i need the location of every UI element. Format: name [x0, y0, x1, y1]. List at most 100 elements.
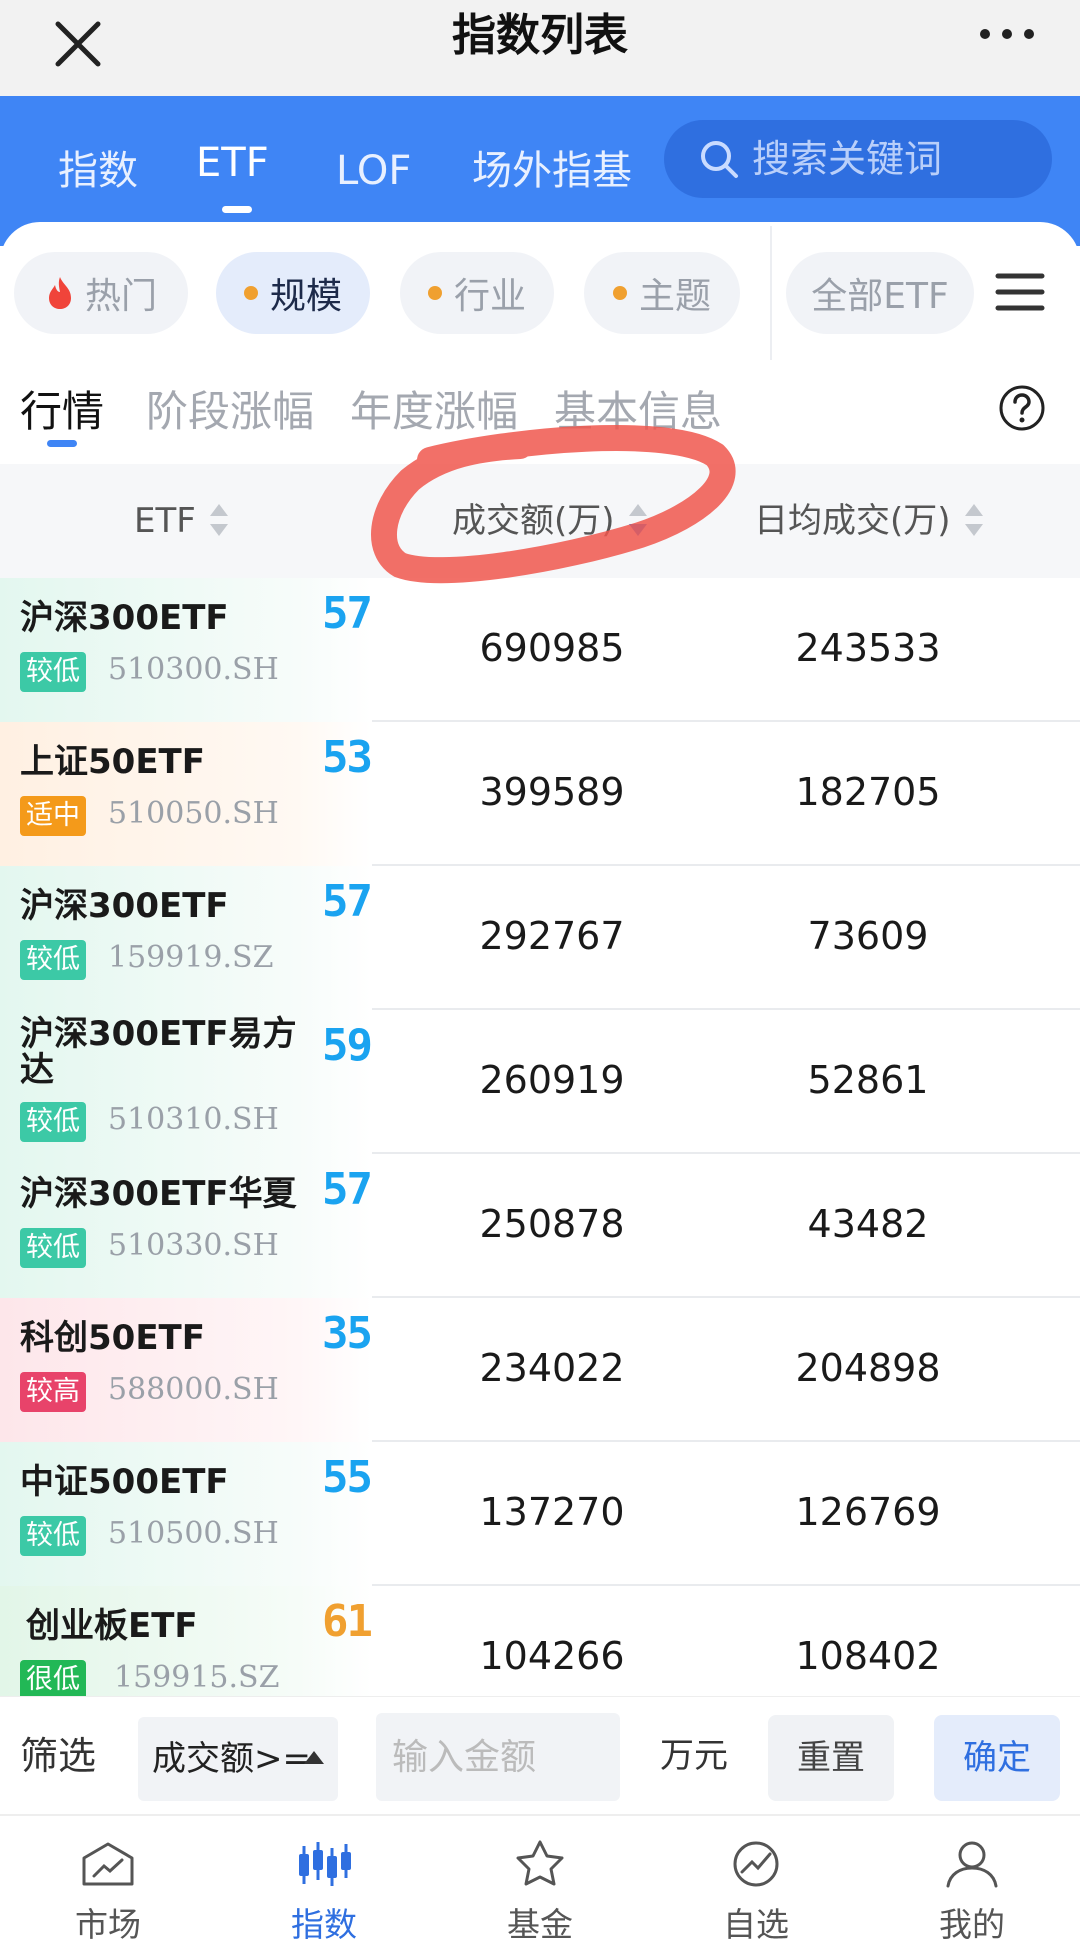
- chip-divider: [770, 226, 772, 360]
- etf-name: 沪深300ETF: [20, 598, 229, 638]
- page-title: 指数列表: [452, 10, 628, 61]
- valuation-badge: 较低: [20, 940, 86, 980]
- etf-name: 沪深300ETF华夏: [20, 1174, 297, 1214]
- turnover-value: 292767: [479, 914, 625, 958]
- valuation-score: 53: [322, 732, 373, 783]
- chip-all-etf[interactable]: 全部ETF: [786, 252, 974, 334]
- nav-label: 市场: [75, 1905, 141, 1944]
- filter-bar: 筛选 成交额>= 万元 重置 确定: [0, 1696, 1080, 1814]
- nav-label: 我的: [939, 1905, 1005, 1944]
- chip-label: 热门: [84, 276, 157, 317]
- valuation-badge: 较低: [20, 1102, 86, 1142]
- turnover-value: 234022: [479, 1346, 625, 1390]
- column-label: ETF: [134, 501, 196, 541]
- avg-turnover-value: 43482: [807, 1202, 929, 1246]
- nav-profile[interactable]: 我的: [864, 1816, 1080, 1944]
- etf-name: 沪深300ETF: [20, 886, 229, 926]
- tab-offsite-index-fund[interactable]: 场外指基: [472, 136, 632, 216]
- filter-condition-value: 成交额>=: [152, 1739, 311, 1779]
- table-row[interactable]: 沪深300ETF易方达 较低 510310.SH 59 260919 52861: [0, 1010, 1080, 1154]
- search-placeholder: 搜索关键词: [752, 137, 943, 181]
- search-icon: [701, 141, 738, 178]
- avg-turnover-value: 182705: [795, 770, 941, 814]
- active-tab-indicator: [222, 206, 252, 213]
- valuation-score: 57: [322, 876, 373, 927]
- valuation-badge: 较低: [20, 1516, 86, 1556]
- subtab-period-change[interactable]: 阶段涨幅: [146, 378, 314, 439]
- fund-star-icon: [516, 1840, 564, 1886]
- reset-button[interactable]: 重置: [768, 1715, 894, 1801]
- valuation-score: 35: [322, 1308, 373, 1359]
- sort-desc-icon: [628, 503, 647, 536]
- subtab-basic-info[interactable]: 基本信息: [554, 378, 722, 439]
- avg-turnover-value: 52861: [807, 1058, 929, 1102]
- table-row[interactable]: 科创50ETF 较高 588000.SH 35 234022 204898: [0, 1298, 1080, 1442]
- etf-code: 588000.SH: [108, 1372, 279, 1407]
- avg-turnover-value: 243533: [795, 626, 941, 670]
- unit-label: 万元: [660, 1736, 728, 1776]
- valuation-score: 61: [322, 1596, 373, 1647]
- column-label: 成交额(万): [452, 501, 615, 541]
- etf-code: 159919.SZ: [108, 940, 274, 975]
- avg-turnover-value: 108402: [795, 1634, 941, 1678]
- chip-label: 规模: [269, 276, 342, 317]
- avg-turnover-value: 204898: [795, 1346, 941, 1390]
- etf-name: 沪深300ETF易方达: [20, 1014, 297, 1090]
- valuation-score: 59: [322, 1020, 373, 1071]
- valuation-badge: 较低: [20, 652, 86, 692]
- index-candles-icon: [299, 1842, 351, 1886]
- nav-label: 指数: [291, 1905, 357, 1944]
- avg-turnover-value: 126769: [795, 1490, 941, 1534]
- fire-icon: [48, 277, 71, 309]
- tab-lof[interactable]: LOF: [336, 136, 411, 216]
- etf-name: 科创50ETF: [20, 1318, 205, 1358]
- tab-etf[interactable]: ETF: [196, 128, 269, 208]
- dot-icon: [243, 286, 258, 300]
- column-header-avg-turnover[interactable]: 日均成交(万): [754, 464, 985, 578]
- nav-watchlist[interactable]: 自选: [648, 1816, 864, 1944]
- table-row[interactable]: 中证500ETF 较低 510500.SH 55 137270 126769: [0, 1442, 1080, 1586]
- subtab-annual-change[interactable]: 年度涨幅: [350, 378, 518, 439]
- table-row[interactable]: 沪深300ETF 较低 159919.SZ 57 292767 73609: [0, 866, 1080, 1010]
- sort-icon: [209, 503, 228, 536]
- filter-condition-select[interactable]: 成交额>=: [138, 1717, 338, 1801]
- table-row[interactable]: 上证50ETF 适中 510050.SH 53 399589 182705: [0, 722, 1080, 866]
- table-row[interactable]: 创业板ETF 很低 159915.SZ 61 104266 108402: [0, 1586, 1080, 1696]
- column-header-turnover[interactable]: 成交额(万): [452, 464, 649, 578]
- confirm-button[interactable]: 确定: [934, 1715, 1060, 1801]
- etf-name: 创业板ETF: [26, 1606, 198, 1646]
- dot-icon: [427, 286, 442, 300]
- etf-code: 510300.SH: [108, 652, 279, 687]
- table-row[interactable]: 沪深300ETF华夏 较低 510330.SH 57 250878 43482: [0, 1154, 1080, 1298]
- turnover-value: 250878: [479, 1202, 625, 1246]
- chip-label: 行业: [453, 276, 526, 317]
- chip-scale[interactable]: 规模: [216, 252, 370, 334]
- turnover-value: 104266: [479, 1634, 625, 1678]
- amount-input[interactable]: [376, 1713, 620, 1801]
- column-label: 日均成交(万): [754, 501, 951, 541]
- table-row[interactable]: 沪深300ETF 较低 510300.SH 57 690985 243533: [0, 578, 1080, 722]
- chip-theme[interactable]: 主题: [584, 252, 740, 334]
- filter-label: 筛选: [20, 1734, 97, 1778]
- more-options-icon[interactable]: [972, 14, 1042, 54]
- caret-up-icon: [304, 1751, 324, 1764]
- nav-index[interactable]: 指数: [216, 1816, 432, 1944]
- active-subtab-indicator: [47, 440, 77, 447]
- sort-icon: [964, 503, 983, 536]
- avg-turnover-value: 73609: [807, 914, 929, 958]
- valuation-badge: 较高: [20, 1372, 86, 1412]
- tab-index[interactable]: 指数: [58, 136, 138, 216]
- chip-hot[interactable]: 热门: [14, 252, 188, 334]
- turnover-value: 690985: [479, 626, 625, 670]
- column-header-etf[interactable]: ETF: [134, 464, 230, 578]
- etf-code: 510500.SH: [108, 1516, 279, 1551]
- chip-industry[interactable]: 行业: [400, 252, 554, 334]
- nav-fund[interactable]: 基金: [432, 1816, 648, 1944]
- subtab-quotes[interactable]: 行情: [20, 378, 104, 439]
- search-bar[interactable]: 搜索关键词: [664, 120, 1052, 198]
- valuation-score: 57: [322, 1164, 373, 1215]
- menu-icon[interactable]: [994, 268, 1046, 316]
- nav-market[interactable]: 市场: [0, 1816, 216, 1944]
- help-icon[interactable]: [998, 384, 1046, 432]
- market-icon: [82, 1842, 134, 1886]
